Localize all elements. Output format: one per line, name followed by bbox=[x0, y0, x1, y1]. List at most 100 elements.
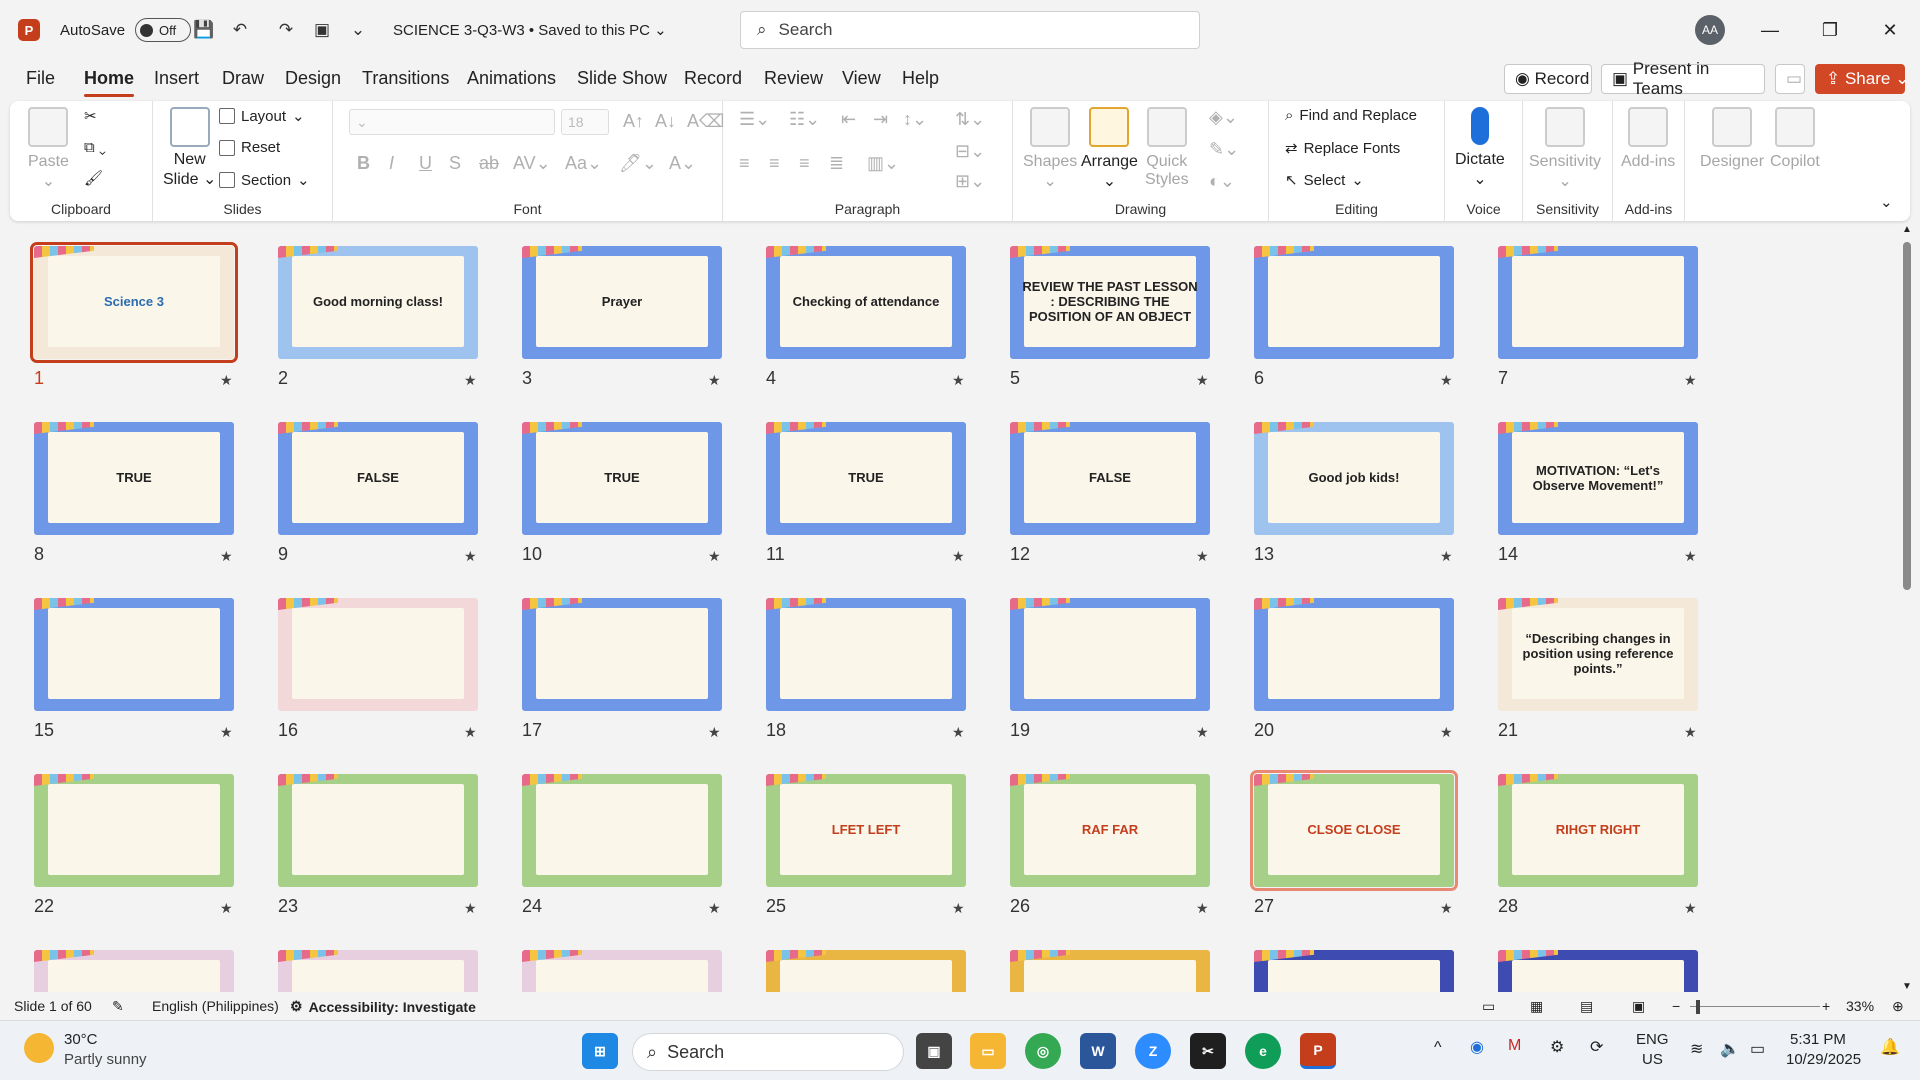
animation-star-icon[interactable]: ★ bbox=[1196, 724, 1209, 741]
find-and-replace-button[interactable]: ⌕ Find and Replace bbox=[1285, 107, 1417, 124]
animation-star-icon[interactable]: ★ bbox=[220, 900, 233, 917]
italic-icon[interactable]: I bbox=[389, 153, 394, 174]
animation-star-icon[interactable]: ★ bbox=[1196, 372, 1209, 389]
wifi-icon[interactable]: ≋ bbox=[1690, 1039, 1703, 1059]
character-spacing-icon[interactable]: AV⌄ bbox=[513, 153, 551, 174]
slide-thumbnail[interactable] bbox=[522, 950, 722, 992]
battery-icon[interactable]: ▭ bbox=[1750, 1039, 1765, 1059]
slide-thumbnail[interactable]: TRUE bbox=[522, 422, 722, 535]
slide-thumbnail[interactable] bbox=[278, 950, 478, 992]
task-view-icon[interactable]: ▣ bbox=[916, 1033, 952, 1069]
strikethrough-icon[interactable]: ab bbox=[479, 153, 499, 174]
zoom-out-icon[interactable]: − bbox=[1672, 998, 1680, 1014]
animation-star-icon[interactable]: ★ bbox=[464, 900, 477, 917]
tab-slide-show[interactable]: Slide Show bbox=[577, 68, 667, 89]
matlab-tray-icon[interactable]: M bbox=[1508, 1037, 1521, 1055]
animation-star-icon[interactable]: ★ bbox=[1684, 724, 1697, 741]
animation-star-icon[interactable]: ★ bbox=[952, 548, 965, 565]
vertical-scrollbar[interactable]: ▲ ▼ bbox=[1900, 224, 1914, 992]
sync-tray-icon[interactable]: ⟳ bbox=[1590, 1037, 1603, 1057]
slide-thumbnail[interactable]: LFET LEFT bbox=[766, 774, 966, 887]
clock-time[interactable]: 5:31 PM bbox=[1790, 1031, 1846, 1048]
redo-icon[interactable]: ↷ bbox=[274, 0, 298, 60]
animation-star-icon[interactable]: ★ bbox=[464, 724, 477, 741]
smartart-icon[interactable]: ⊞⌄ bbox=[955, 171, 985, 192]
slide-thumbnail[interactable] bbox=[766, 598, 966, 711]
animation-star-icon[interactable]: ★ bbox=[708, 372, 721, 389]
slide-thumbnail[interactable]: FALSE bbox=[278, 422, 478, 535]
slide-thumbnail[interactable] bbox=[34, 598, 234, 711]
share-button[interactable]: ⇪ Share ⌄ bbox=[1815, 64, 1909, 94]
slide-thumbnail[interactable]: TRUE bbox=[34, 422, 234, 535]
animation-star-icon[interactable]: ★ bbox=[220, 372, 233, 389]
edge-icon[interactable]: e bbox=[1245, 1033, 1281, 1069]
animation-star-icon[interactable]: ★ bbox=[1440, 548, 1453, 565]
scrollbar-thumb[interactable] bbox=[1903, 242, 1911, 590]
animation-star-icon[interactable]: ★ bbox=[1196, 548, 1209, 565]
slide-thumbnail[interactable] bbox=[1254, 950, 1454, 992]
font-color-icon[interactable]: A⌄ bbox=[669, 153, 696, 174]
section-button[interactable]: Section ⌄ bbox=[219, 171, 310, 189]
slideshow-view-icon[interactable]: ▣ bbox=[1632, 998, 1645, 1015]
close-icon[interactable]: ✕ bbox=[1865, 0, 1915, 60]
notifications-icon[interactable]: 🔔 bbox=[1880, 1037, 1900, 1057]
increase-indent-icon[interactable]: ⇥ bbox=[873, 109, 888, 130]
animation-star-icon[interactable]: ★ bbox=[1196, 900, 1209, 917]
zoom-level[interactable]: 33% bbox=[1846, 998, 1874, 1014]
numbering-icon[interactable]: ☷⌄ bbox=[789, 109, 820, 130]
copilot-tray-icon[interactable]: ◉ bbox=[1470, 1037, 1484, 1057]
copilot-button[interactable]: Copilot bbox=[1770, 107, 1820, 171]
bold-icon[interactable]: B bbox=[357, 153, 370, 174]
animation-star-icon[interactable]: ★ bbox=[952, 372, 965, 389]
columns-icon[interactable]: ▥⌄ bbox=[867, 153, 899, 174]
capcut-icon[interactable]: ✂ bbox=[1190, 1033, 1226, 1069]
slide-thumbnail[interactable] bbox=[34, 774, 234, 887]
shape-effects-icon[interactable]: ◐⌄ bbox=[1209, 171, 1235, 192]
animation-star-icon[interactable]: ★ bbox=[220, 724, 233, 741]
accessibility-status[interactable]: ⚙ Accessibility: Investigate bbox=[290, 998, 476, 1015]
customize-toolbar-icon[interactable]: ⌄ bbox=[346, 0, 370, 60]
font-size-dropdown[interactable]: 18 bbox=[561, 109, 609, 135]
slide-thumbnail[interactable] bbox=[34, 950, 234, 992]
weather-icon[interactable] bbox=[24, 1033, 54, 1063]
minimize-icon[interactable]: — bbox=[1745, 0, 1795, 60]
slide-counter[interactable]: Slide 1 of 60 bbox=[14, 998, 92, 1014]
slide-thumbnail[interactable]: RAF FAR bbox=[1010, 774, 1210, 887]
search-input[interactable]: ⌕ Search bbox=[740, 11, 1200, 49]
reading-view-icon[interactable]: ▤ bbox=[1580, 998, 1593, 1015]
replace-fonts-button[interactable]: ⇄ Replace Fonts bbox=[1285, 139, 1400, 158]
decrease-indent-icon[interactable]: ⇤ bbox=[841, 109, 856, 130]
align-center-icon[interactable]: ≡ bbox=[769, 153, 780, 174]
align-left-icon[interactable]: ≡ bbox=[739, 153, 750, 174]
zoom-slider-thumb[interactable] bbox=[1696, 1000, 1700, 1014]
slide-thumbnail[interactable] bbox=[1254, 598, 1454, 711]
copy-icon[interactable]: ⧉ ⌄ bbox=[84, 139, 106, 156]
start-windows-icon[interactable]: ⊞ bbox=[582, 1033, 618, 1069]
slide-thumbnail[interactable]: MOTIVATION: “Let's Observe Movement!” bbox=[1498, 422, 1698, 535]
tab-transitions[interactable]: Transitions bbox=[362, 68, 449, 89]
animation-star-icon[interactable]: ★ bbox=[708, 548, 721, 565]
slide-thumbnail[interactable] bbox=[1010, 950, 1210, 992]
dictate-button[interactable]: Dictate ⌄ bbox=[1455, 107, 1505, 189]
tab-record[interactable]: Record bbox=[684, 68, 742, 89]
tab-help[interactable]: Help bbox=[902, 68, 939, 89]
zoom-in-icon[interactable]: + bbox=[1822, 998, 1830, 1014]
tab-insert[interactable]: Insert bbox=[154, 68, 199, 89]
animation-star-icon[interactable]: ★ bbox=[1440, 724, 1453, 741]
present-from-start-icon[interactable]: ▣ bbox=[310, 0, 334, 60]
autosave-toggle[interactable]: AutoSave Off bbox=[60, 0, 192, 60]
change-case-icon[interactable]: Aa⌄ bbox=[565, 153, 602, 174]
highlight-icon[interactable]: 🖊⌄ bbox=[619, 153, 657, 174]
slide-thumbnail[interactable]: CLSOE CLOSE bbox=[1250, 770, 1458, 891]
chrome-icon[interactable]: ◎ bbox=[1025, 1033, 1061, 1069]
slide-thumbnail[interactable] bbox=[522, 774, 722, 887]
slide-thumbnail[interactable] bbox=[1498, 950, 1698, 992]
animation-star-icon[interactable]: ★ bbox=[1684, 900, 1697, 917]
animation-star-icon[interactable]: ★ bbox=[220, 548, 233, 565]
tab-design[interactable]: Design bbox=[285, 68, 341, 89]
slide-thumbnail[interactable]: Good morning class! bbox=[278, 246, 478, 359]
save-icon[interactable]: 💾 bbox=[192, 0, 216, 60]
tab-draw[interactable]: Draw bbox=[222, 68, 264, 89]
slide-thumbnail[interactable]: Science 3 bbox=[30, 242, 238, 363]
slide-thumbnail[interactable]: FALSE bbox=[1010, 422, 1210, 535]
